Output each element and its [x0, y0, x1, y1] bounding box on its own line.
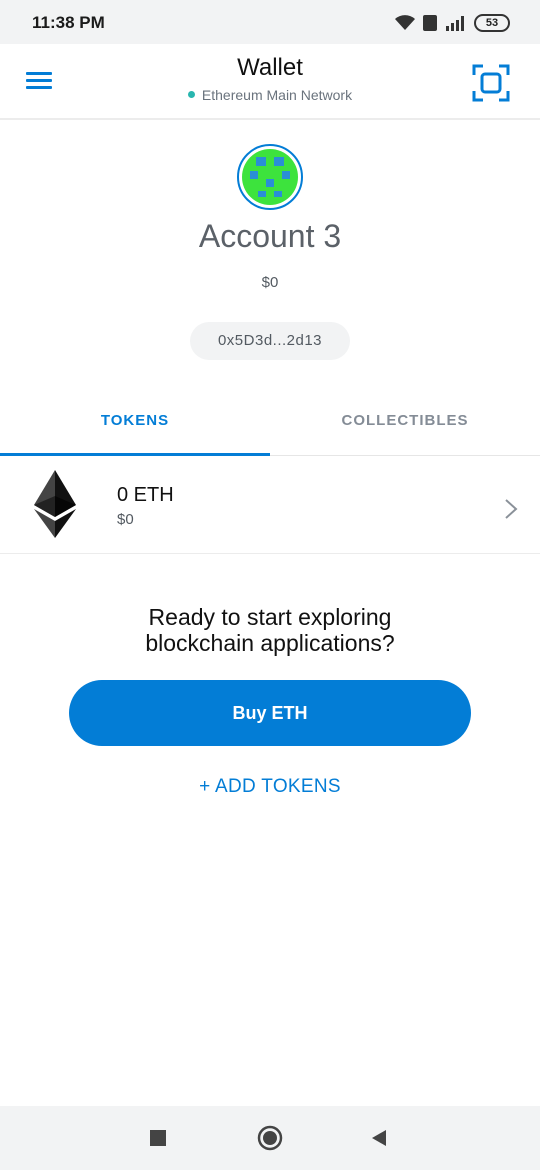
battery-icon: 53 [474, 14, 510, 32]
account-name[interactable]: Account 3 [0, 218, 540, 255]
identicon [242, 149, 298, 205]
explore-message-line2: blockchain applications? [145, 630, 395, 656]
token-fiat-value: $0 [117, 511, 134, 528]
volte-icon [423, 15, 437, 31]
account-avatar[interactable] [237, 144, 303, 210]
qr-scan-icon[interactable] [472, 64, 510, 102]
recents-icon[interactable] [144, 1124, 172, 1152]
back-icon[interactable] [366, 1124, 394, 1152]
asset-tabs: TOKENS COLLECTIBLES [0, 390, 540, 456]
network-selector[interactable]: Ethereum Main Network [0, 87, 540, 103]
chevron-right-icon [505, 499, 518, 519]
token-amount: 0 ETH [117, 484, 174, 506]
account-address-button[interactable]: 0x5D3d...2d13 [190, 322, 350, 360]
add-tokens-link[interactable]: + ADD TOKENS [0, 776, 540, 798]
status-icons: 53 [394, 12, 510, 34]
tab-collectibles[interactable]: COLLECTIBLES [270, 390, 540, 456]
system-navigation-bar [0, 1106, 540, 1170]
token-list-item[interactable]: 0 ETH $0 [0, 456, 540, 554]
account-balance: $0 [261, 274, 279, 291]
network-label: Ethereum Main Network [201, 87, 353, 103]
buy-eth-button[interactable]: Buy ETH [69, 680, 471, 746]
status-time: 11:38 PM [32, 13, 105, 32]
wifi-icon [395, 15, 415, 30]
explore-message: Ready to start exploring blockchain appl… [0, 604, 540, 656]
explore-message-line1: Ready to start exploring [148, 604, 392, 630]
home-icon[interactable] [256, 1124, 284, 1152]
nav-header: Wallet Ethereum Main Network [0, 44, 540, 120]
ethereum-logo-icon [34, 470, 76, 538]
page-title: Wallet [237, 54, 303, 81]
status-bar: 11:38 PM 53 [0, 0, 540, 44]
tab-tokens[interactable]: TOKENS [0, 390, 270, 456]
signal-icon [446, 16, 464, 31]
network-status-dot [187, 91, 195, 98]
